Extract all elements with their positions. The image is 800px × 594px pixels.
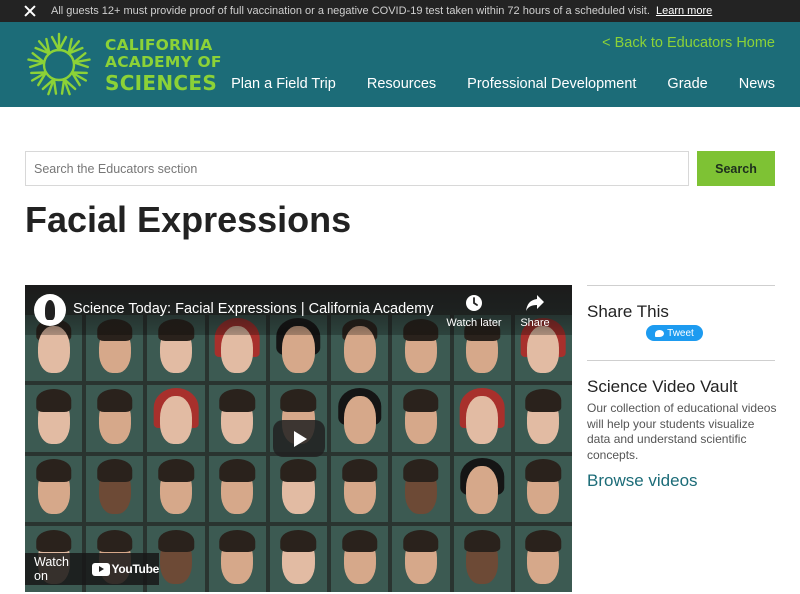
face-thumbnail-tile [453, 455, 511, 522]
share-this-heading: Share This [587, 302, 669, 321]
nav-plan-field-trip[interactable]: Plan a Field Trip [231, 76, 336, 92]
tweet-label: Tweet [667, 327, 694, 339]
face-thumbnail-tile [86, 455, 144, 522]
face-thumbnail-tile [208, 525, 266, 592]
covid-alert-bar: All guests 12+ must provide proof of ful… [0, 0, 800, 22]
video-title[interactable]: Science Today: Facial Expressions | Cali… [73, 301, 435, 317]
face-thumbnail-tile [453, 385, 511, 452]
face-thumbnail-tile [208, 385, 266, 452]
nav-professional-development[interactable]: Professional Development [467, 76, 636, 92]
face-thumbnail-tile [392, 525, 450, 592]
face-thumbnail-tile [208, 455, 266, 522]
sidebar-divider-top [587, 285, 775, 286]
browse-videos-link[interactable]: Browse videos [587, 471, 698, 491]
watch-later-button[interactable]: Watch later [445, 294, 503, 329]
video-player[interactable]: Science Today: Facial Expressions | Cali… [25, 285, 572, 592]
learn-more-link[interactable]: Learn more [656, 5, 712, 17]
logo-line-2: ACADEMY OF [105, 53, 222, 71]
tweet-button[interactable]: Tweet [646, 325, 703, 341]
face-thumbnail-tile [269, 455, 328, 522]
video-vault-heading: Science Video Vault [587, 377, 738, 396]
nav-grade[interactable]: Grade [667, 76, 707, 92]
channel-avatar[interactable] [34, 294, 66, 326]
watch-on-youtube-button[interactable]: Watch on YouTube [25, 553, 159, 585]
page-title: Facial Expressions [25, 199, 352, 240]
face-thumbnail-tile [392, 455, 450, 522]
face-thumbnail-tile [514, 385, 572, 452]
youtube-logo: YouTube [91, 562, 160, 576]
sidebar-divider-middle [587, 360, 775, 361]
watch-later-label: Watch later [446, 317, 502, 329]
site-header: CALIFORNIA ACADEMY OF SCIENCES < Back to… [0, 22, 800, 107]
nav-resources[interactable]: Resources [367, 76, 436, 92]
share-arrow-icon [526, 295, 544, 311]
face-thumbnail-tile [86, 385, 144, 452]
academy-logo[interactable]: CALIFORNIA ACADEMY OF SCIENCES [25, 31, 222, 99]
search-button[interactable]: Search [697, 151, 775, 186]
logo-line-1: CALIFORNIA [105, 35, 213, 54]
video-vault-description: Our collection of educational videos wil… [587, 401, 777, 462]
face-thumbnail-tile [269, 525, 328, 592]
face-thumbnail-tile [331, 455, 389, 522]
face-thumbnail-tile [25, 385, 83, 452]
share-video-button[interactable]: Share [515, 294, 555, 329]
close-icon[interactable] [23, 4, 37, 18]
face-thumbnail-tile [147, 385, 205, 452]
alert-message: All guests 12+ must provide proof of ful… [51, 5, 712, 17]
face-thumbnail-tile [514, 455, 572, 522]
face-thumbnail-tile [331, 525, 389, 592]
twitter-bird-icon [655, 329, 665, 337]
alert-text: All guests 12+ must provide proof of ful… [51, 5, 650, 17]
logo-wordmark: CALIFORNIA ACADEMY OF SCIENCES [105, 35, 222, 95]
youtube-play-icon [91, 562, 110, 576]
starburst-logo-icon [26, 32, 92, 98]
clock-icon [466, 295, 482, 311]
search-input[interactable] [25, 151, 689, 186]
youtube-wordmark: YouTube [111, 562, 160, 576]
watch-on-label: Watch on [34, 555, 69, 583]
face-thumbnail-tile [392, 385, 450, 452]
logo-line-3: SCIENCES [105, 70, 218, 95]
face-thumbnail-tile [453, 525, 511, 592]
face-thumbnail-tile [514, 525, 572, 592]
face-thumbnail-tile [147, 455, 205, 522]
face-thumbnail-tile [25, 455, 83, 522]
face-thumbnail-tile [331, 385, 389, 452]
main-nav: Plan a Field Trip Resources Professional… [231, 76, 775, 92]
share-label: Share [520, 317, 550, 329]
play-button[interactable] [273, 420, 325, 457]
back-to-educators-link[interactable]: < Back to Educators Home [602, 35, 775, 51]
nav-news[interactable]: News [739, 76, 775, 92]
